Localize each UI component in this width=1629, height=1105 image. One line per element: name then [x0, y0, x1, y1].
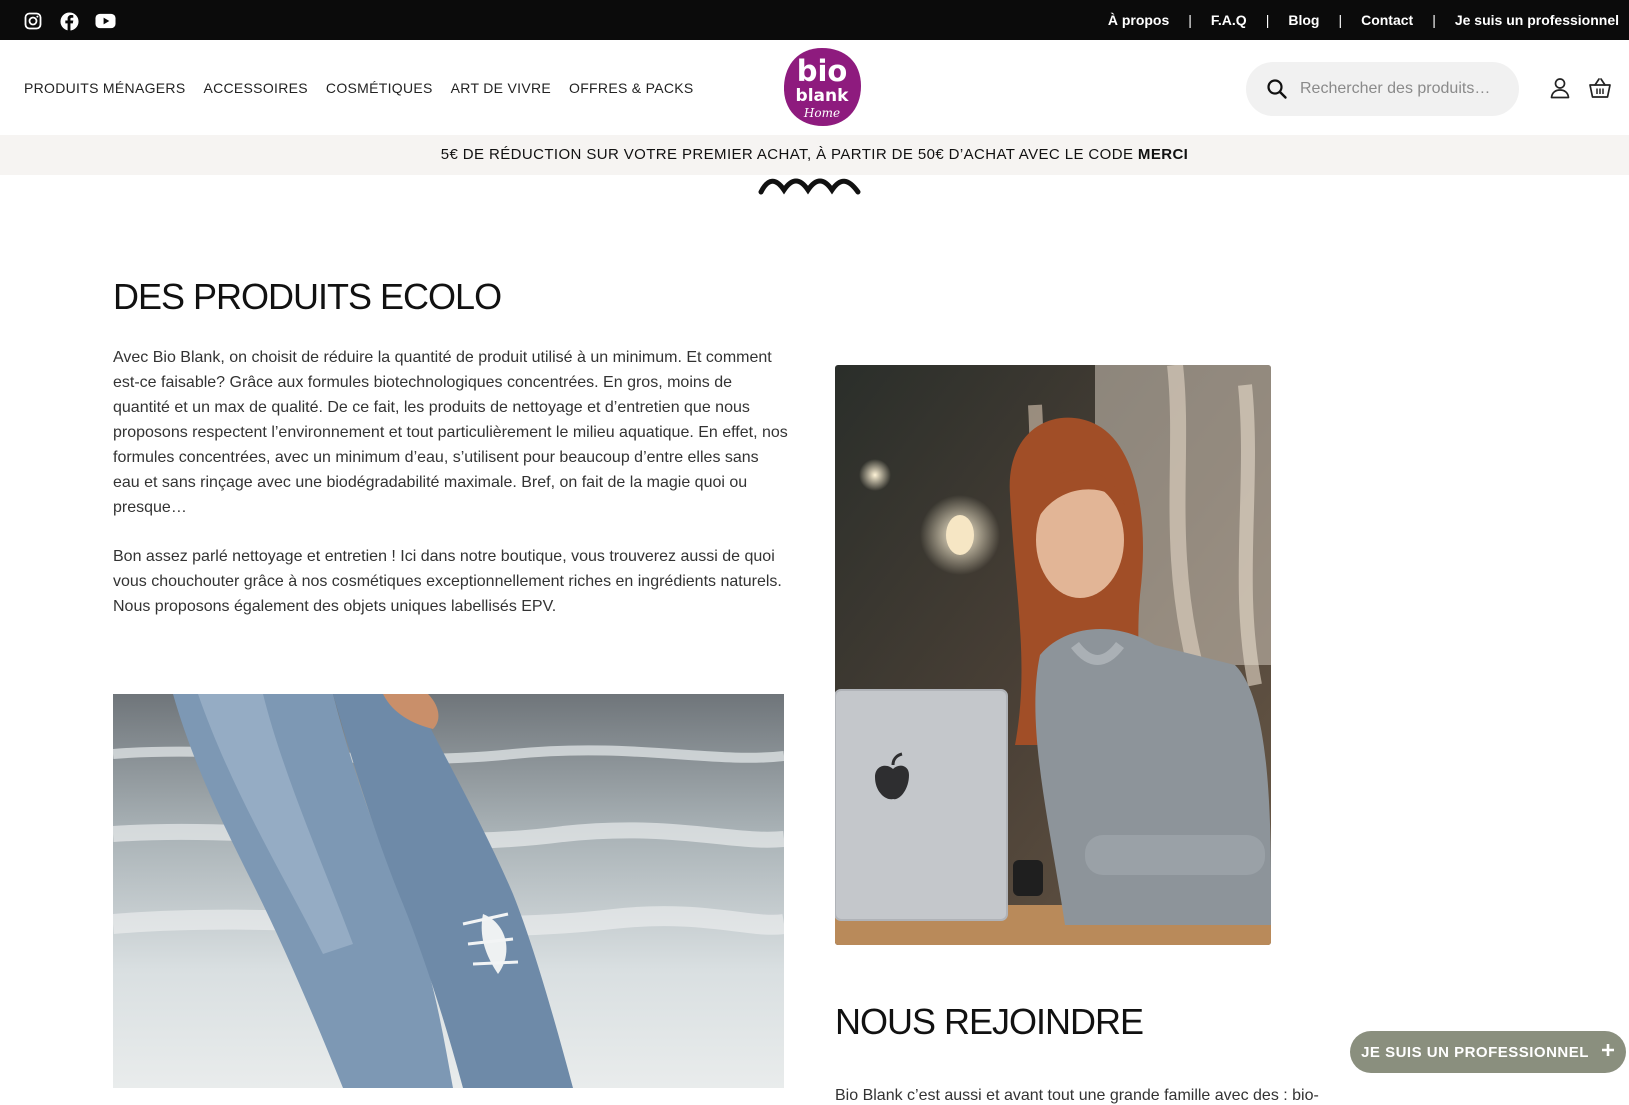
logo-text-home: Home — [803, 106, 840, 120]
top-links: À propos | F.A.Q | Blog | Contact | Je s… — [1108, 12, 1619, 28]
promo-code: MERCI — [1137, 146, 1189, 163]
nav-item-cosmetiques[interactable]: COSMÉTIQUES — [326, 80, 433, 96]
search-icon[interactable] — [1266, 78, 1288, 100]
promo-text: 5€ DE RÉDUCTION SUR VOTRE PREMIER ACHAT,… — [440, 146, 1138, 163]
user-icon[interactable] — [1548, 76, 1572, 100]
logo-text-bio: bio — [797, 54, 848, 88]
section-title-nous-rejoindre: NOUS REJOINDRE — [835, 1001, 1144, 1042]
main-nav: PRODUITS MÉNAGERS ACCESSOIRES COSMÉTIQUE… — [24, 80, 694, 96]
instagram-icon[interactable] — [22, 10, 44, 32]
nav-item-produits-menagers[interactable]: PRODUITS MÉNAGERS — [24, 80, 185, 96]
nav-item-accessoires[interactable]: ACCESSOIRES — [203, 80, 307, 96]
section-paragraph-3: Bio Blank c’est aussi et avant tout une … — [835, 1087, 1319, 1104]
separator: | — [1265, 12, 1270, 28]
top-bar: À propos | F.A.Q | Blog | Contact | Je s… — [0, 0, 1629, 40]
search-input[interactable] — [1298, 79, 1512, 99]
link-blog[interactable]: Blog — [1288, 12, 1319, 28]
professional-button-label: JE SUIS UN PROFESSIONNEL — [1361, 1043, 1589, 1061]
link-a-propos[interactable]: À propos — [1108, 12, 1169, 28]
photo-woman-laptop — [835, 365, 1271, 945]
separator: | — [1432, 12, 1436, 28]
separator: | — [1338, 12, 1343, 28]
search-box[interactable] — [1246, 62, 1519, 116]
bio-blank-logo[interactable]: bio blank Home — [781, 46, 863, 128]
section-paragraph-1: Avec Bio Blank, on choisit de réduire la… — [113, 349, 788, 516]
social-links — [22, 10, 116, 32]
nav-item-offres-packs[interactable]: OFFRES & PACKS — [569, 80, 694, 96]
link-contact[interactable]: Contact — [1361, 12, 1413, 28]
professional-button[interactable]: JE SUIS UN PROFESSIONNEL — [1350, 1031, 1626, 1073]
link-faq[interactable]: F.A.Q — [1211, 12, 1247, 28]
logo-text-blank: blank — [796, 86, 850, 106]
facebook-icon[interactable] — [58, 10, 80, 32]
photo-jeans-beach — [113, 694, 784, 1088]
wave-divider — [758, 178, 861, 195]
section-title-produits-ecolo: DES PRODUITS ECOLO — [113, 276, 502, 317]
section-paragraph-2: Bon assez parlé nettoyage et entretien !… — [113, 548, 782, 615]
plus-icon — [1601, 1043, 1615, 1061]
separator: | — [1188, 12, 1192, 28]
basket-icon[interactable] — [1588, 76, 1612, 100]
link-professionnel[interactable]: Je suis un professionnel — [1455, 12, 1619, 28]
youtube-icon[interactable] — [94, 10, 116, 32]
nav-item-art-de-vivre[interactable]: ART DE VIVRE — [451, 80, 551, 96]
promo-banner: 5€ DE RÉDUCTION SUR VOTRE PREMIER ACHAT,… — [0, 135, 1629, 175]
